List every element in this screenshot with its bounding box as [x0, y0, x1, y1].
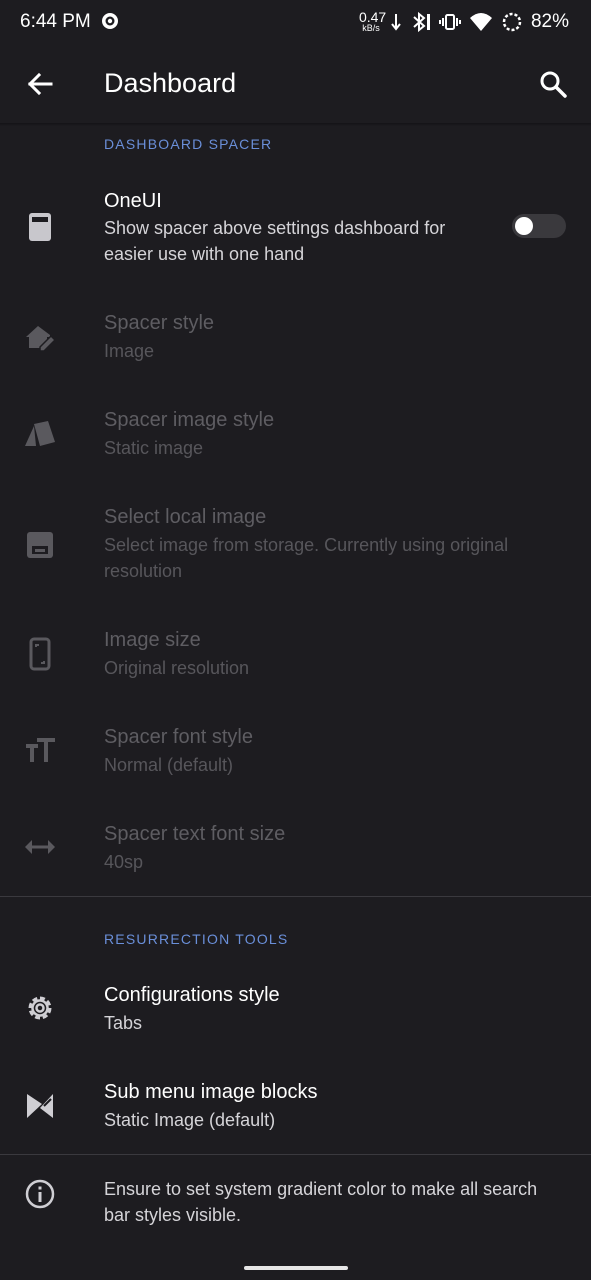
phone-crop-icon [29, 637, 51, 671]
oneui-toggle[interactable] [510, 212, 568, 240]
spacer-text-font-size-summary: 40sp [104, 852, 144, 872]
preference-configurations-style[interactable]: Configurations style Tabs [0, 972, 591, 1062]
preference-spacer-text-font-size[interactable]: Spacer text font size 40sp [0, 811, 591, 891]
spacer-font-style-title: Spacer font style [104, 726, 253, 748]
configurations-style-title: Configurations style [104, 984, 280, 1006]
image-size-summary: Original resolution [104, 658, 250, 678]
bluetooth-icon [413, 11, 430, 33]
preference-spacer-image-style[interactable]: Spacer image style Static image [0, 397, 591, 487]
configurations-style-summary: Tabs [104, 1013, 143, 1033]
preference-image-size[interactable]: Image size Original resolution [0, 617, 591, 707]
app-bar: Dashboard [0, 44, 591, 124]
toggle-thumb [515, 217, 533, 235]
battery-percent: 82% [530, 11, 569, 32]
battery-saver-icon [502, 12, 522, 32]
vibrate-icon [438, 14, 461, 30]
status-icons: 0.47 kB/s 82% [359, 10, 569, 34]
wifi-icon [469, 13, 492, 31]
info-icon [25, 1179, 55, 1209]
net-speed: 0.47 kB/s [359, 10, 386, 33]
image-size-title: Image size [104, 629, 201, 651]
preference-spacer-font-style[interactable]: Spacer font style Normal (default) [0, 714, 591, 804]
device-icon [29, 213, 51, 241]
preference-select-local-image[interactable]: Select local image Select image from sto… [0, 494, 591, 606]
text-size-icon [26, 738, 55, 762]
footer-divider [0, 1154, 591, 1155]
home-edit-icon [26, 326, 57, 352]
wallpaper-icon [27, 532, 53, 558]
section-header-resurrection-tools: RESURRECTION TOOLS [104, 931, 289, 947]
status-time: 6:44 PM [20, 11, 91, 32]
horizontal-arrows-icon [25, 840, 55, 854]
section-header-dashboard-spacer: DASHBOARD SPACER [104, 136, 273, 152]
oneui-title: OneUI [104, 190, 162, 212]
spacer-image-style-title: Spacer image style [104, 409, 275, 431]
style-icon [25, 421, 55, 446]
download-arrow-icon [391, 14, 401, 31]
spacer-image-style-summary: Static image [104, 438, 204, 458]
footer-note: Ensure to set system gradient color to m… [104, 1179, 538, 1225]
preference-spacer-style[interactable]: Spacer style Image [0, 300, 591, 390]
spacer-style-summary: Image [104, 341, 155, 361]
spacer-text-font-size-title: Spacer text font size [104, 823, 286, 845]
select-local-image-title: Select local image [104, 506, 267, 528]
select-local-image-summary: Select image from storage. Currently usi… [104, 535, 509, 581]
net-speed-unit: kB/s [362, 23, 380, 33]
sub-menu-image-blocks-title: Sub menu image blocks [104, 1081, 318, 1103]
oneui-preference[interactable]: OneUI Show spacer above settings dashboa… [0, 180, 591, 280]
home-indicator[interactable] [244, 1266, 348, 1270]
record-icon [102, 13, 118, 29]
search-icon[interactable] [535, 66, 571, 102]
gear-icon [28, 996, 52, 1020]
arrow-back-icon[interactable] [22, 66, 58, 102]
page-title: Dashboard [104, 68, 237, 98]
spacer-style-title: Spacer style [104, 312, 215, 334]
spacer-font-style-summary: Normal (default) [104, 755, 234, 775]
image-blocks-icon [27, 1094, 53, 1118]
preference-sub-menu-image-blocks[interactable]: Sub menu image blocks Static Image (defa… [0, 1069, 591, 1149]
status-bar: 6:44 PM 0.47 kB/s 82% [0, 0, 591, 44]
app-bar-shadow [0, 123, 591, 126]
oneui-summary: Show spacer above settings dashboard for… [104, 218, 446, 264]
section-divider [0, 896, 591, 897]
sub-menu-image-blocks-summary: Static Image (default) [104, 1110, 276, 1130]
